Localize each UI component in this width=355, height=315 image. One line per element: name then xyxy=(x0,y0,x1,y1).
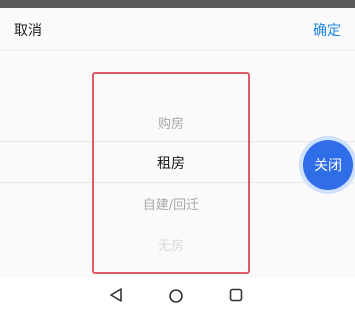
back-icon[interactable] xyxy=(109,288,123,302)
home-icon[interactable] xyxy=(168,288,184,304)
picker-option[interactable]: 购房 xyxy=(92,113,250,132)
picker-header: 取消 确定 xyxy=(0,8,355,50)
picker-option[interactable]: 自建/回迁 xyxy=(92,194,250,213)
cancel-button[interactable]: 取消 xyxy=(14,20,42,40)
close-button[interactable]: 关闭 xyxy=(303,140,353,190)
picker-option[interactable]: 无房 xyxy=(92,235,250,254)
status-bar-strip xyxy=(0,0,355,8)
close-label: 关闭 xyxy=(314,158,342,174)
confirm-button[interactable]: 确定 xyxy=(313,20,341,40)
picker-option-selected[interactable]: 租房 xyxy=(92,153,250,173)
header-divider xyxy=(0,50,355,51)
recents-icon[interactable] xyxy=(229,288,243,302)
